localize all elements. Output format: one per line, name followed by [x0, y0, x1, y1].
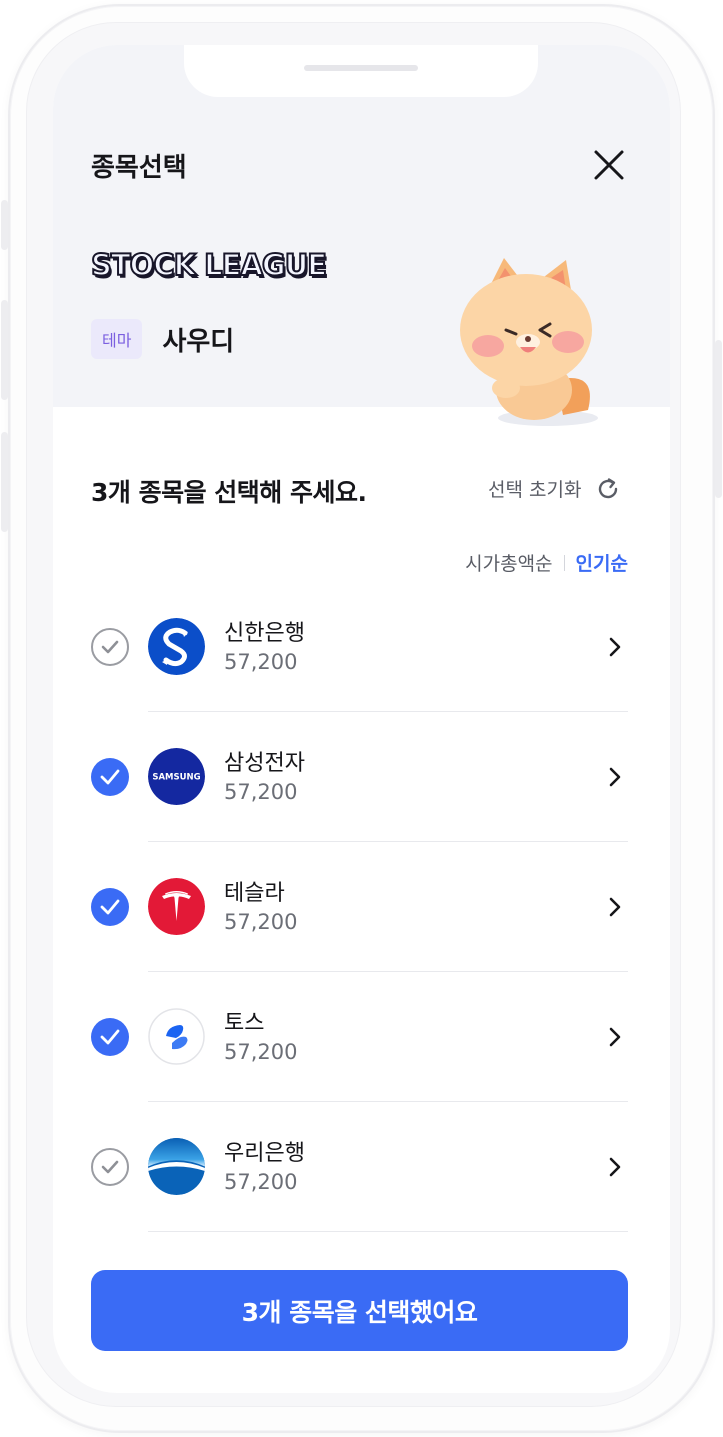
- stock-row-toss[interactable]: 토스 57,200: [53, 972, 670, 1102]
- side-button: [1, 432, 8, 532]
- sort-options: 시가총액순 인기순: [465, 549, 628, 576]
- stock-row-woori[interactable]: 우리은행 57,200: [53, 1102, 670, 1232]
- notch: [184, 45, 538, 97]
- theme-name: 사우디: [162, 326, 235, 357]
- app-screen: 종목선택 STOCK LEAGUE 테마 사우디 3개 종목을 선택해 주세요.…: [53, 45, 670, 1393]
- chevron-right-icon: [609, 637, 621, 657]
- stock-row-tesla[interactable]: 테슬라 57,200: [53, 842, 670, 972]
- side-button: [1, 200, 8, 250]
- stock-league-logo: STOCK LEAGUE: [90, 247, 328, 283]
- chevron-right-icon: [609, 897, 621, 917]
- samsung-logo-text: SAMSUNG: [152, 773, 200, 783]
- theme-badge: 테마: [91, 319, 143, 359]
- cat-mascot-icon: [460, 258, 598, 426]
- checkbox-checked[interactable]: [91, 758, 129, 796]
- stock-price: 57,200: [224, 1040, 298, 1064]
- stock-price: 57,200: [224, 1170, 298, 1194]
- samsung-logo-icon: SAMSUNG: [148, 748, 205, 805]
- checkbox-checked[interactable]: [91, 1018, 129, 1056]
- stock-name: 테슬라: [224, 881, 285, 906]
- refresh-icon: [599, 477, 618, 498]
- stock-row-shinhan[interactable]: 신한은행 57,200: [53, 582, 670, 712]
- confirm-selection-button[interactable]: 3개 종목을 선택했어요: [91, 1270, 628, 1351]
- stock-name: 삼성전자: [224, 751, 305, 776]
- page-title: 종목선택: [91, 153, 187, 183]
- side-button: [1, 300, 8, 400]
- check-icon: [100, 899, 120, 915]
- check-icon: [101, 640, 119, 654]
- check-icon: [101, 1160, 119, 1174]
- side-button: [715, 340, 722, 498]
- check-icon: [100, 769, 120, 785]
- checkbox-unchecked[interactable]: [91, 628, 129, 666]
- stock-name: 신한은행: [224, 621, 305, 646]
- reset-label: 선택 초기화: [488, 479, 582, 501]
- chevron-right-icon: [609, 767, 621, 787]
- sort-divider: [563, 554, 565, 571]
- sort-market-cap[interactable]: 시가총액순: [465, 549, 552, 576]
- reset-selection-button[interactable]: 선택 초기화: [488, 475, 621, 502]
- chevron-right-icon: [609, 1157, 621, 1177]
- check-icon: [100, 1029, 120, 1045]
- stock-price: 57,200: [224, 650, 298, 674]
- theme-row: 테마 사우디: [91, 319, 234, 359]
- close-button[interactable]: [591, 147, 627, 183]
- tesla-logo-icon: [148, 878, 205, 935]
- stock-name: 토스: [224, 1011, 265, 1036]
- shinhan-logo-icon: [148, 618, 205, 675]
- checkbox-checked[interactable]: [91, 888, 129, 926]
- stock-list: 신한은행 57,200 SAMSUNG 삼성전자 57,200 테슬라 57,2…: [53, 582, 670, 1232]
- toss-logo-icon: [148, 1008, 205, 1065]
- row-divider: [148, 1231, 628, 1232]
- stock-price: 57,200: [224, 780, 298, 804]
- chevron-right-icon: [609, 1027, 621, 1047]
- checkbox-unchecked[interactable]: [91, 1148, 129, 1186]
- stock-price: 57,200: [224, 910, 298, 934]
- stock-row-samsung[interactable]: SAMSUNG 삼성전자 57,200: [53, 712, 670, 842]
- sort-popular[interactable]: 인기순: [576, 549, 628, 576]
- close-icon: [594, 150, 624, 180]
- selection-instruction: 3개 종목을 선택해 주세요.: [91, 478, 367, 507]
- stock-name: 우리은행: [224, 1141, 305, 1166]
- woori-logo-icon: [148, 1138, 205, 1195]
